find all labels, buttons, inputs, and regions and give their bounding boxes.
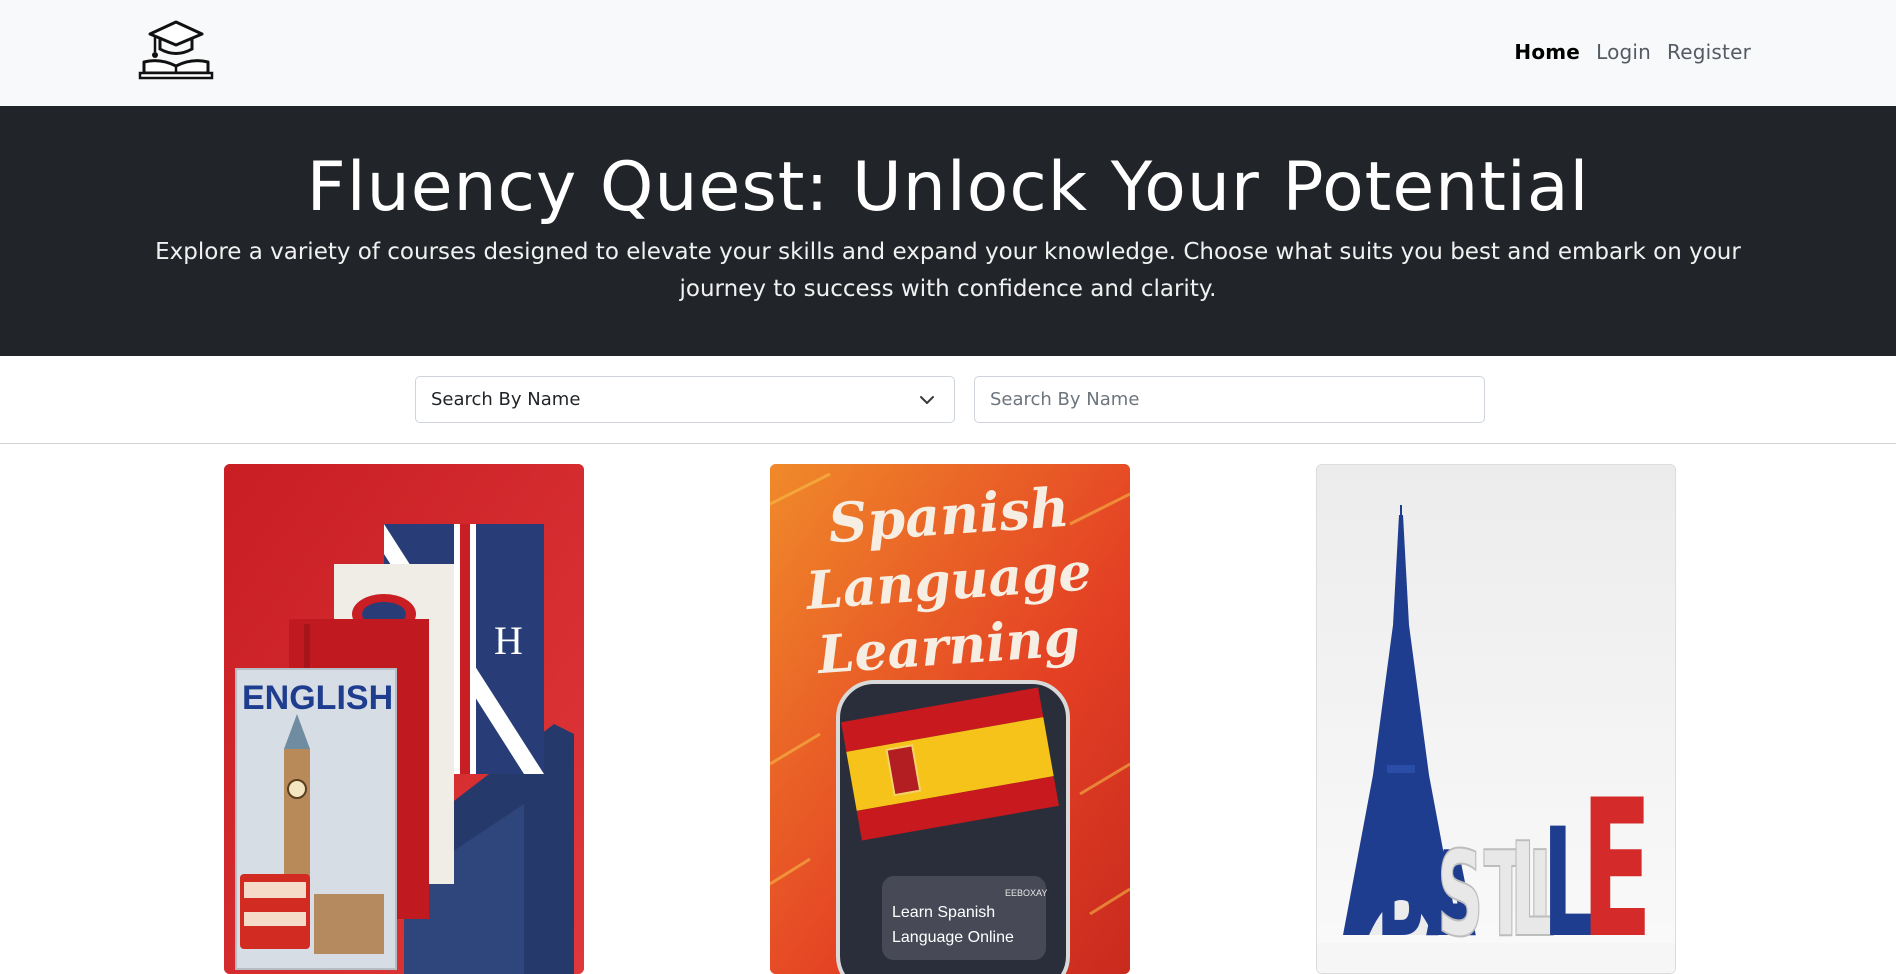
course-card-french[interactable]: BA STI L L E [1316, 464, 1676, 974]
search-bar: Search By Name [0, 356, 1896, 444]
hero-banner: Fluency Quest: Unlock Your Potential Exp… [0, 106, 1896, 356]
graduation-cap-book-icon[interactable] [138, 18, 218, 86]
nav-link-login[interactable]: Login [1596, 40, 1651, 64]
course-card-english[interactable]: H ENGLISH [224, 464, 584, 974]
svg-text:Language Online: Language Online [892, 929, 1014, 946]
hero-subtitle: Explore a variety of courses designed to… [155, 239, 1741, 302]
page-title: Fluency Quest: Unlock Your Potential [306, 148, 1590, 227]
search-input[interactable] [974, 376, 1485, 423]
nav-links: Home Login Register [1514, 40, 1751, 64]
select-value: Search By Name [431, 389, 581, 410]
spine-letter: H [494, 618, 523, 663]
course-image-english: H ENGLISH [224, 464, 584, 974]
course-image-spanish: Spanish Language Learning EEBOXAY Learn … [770, 464, 1130, 974]
svg-text:E: E [1581, 760, 1652, 973]
nav-link-home[interactable]: Home [1514, 40, 1580, 64]
navbar: Home Login Register [0, 0, 1896, 106]
overlay-brand: EEBOXAY [1005, 888, 1047, 898]
chevron-down-icon [918, 391, 936, 409]
svg-text:Learn Spanish: Learn Spanish [892, 904, 995, 921]
course-image-french: BA STI L L E [1317, 465, 1675, 973]
search-type-select[interactable]: Search By Name [415, 376, 955, 423]
book-title-text: ENGLISH [242, 679, 393, 717]
nav-link-register[interactable]: Register [1667, 40, 1751, 64]
course-card-spanish[interactable]: Spanish Language Learning EEBOXAY Learn … [770, 464, 1130, 974]
